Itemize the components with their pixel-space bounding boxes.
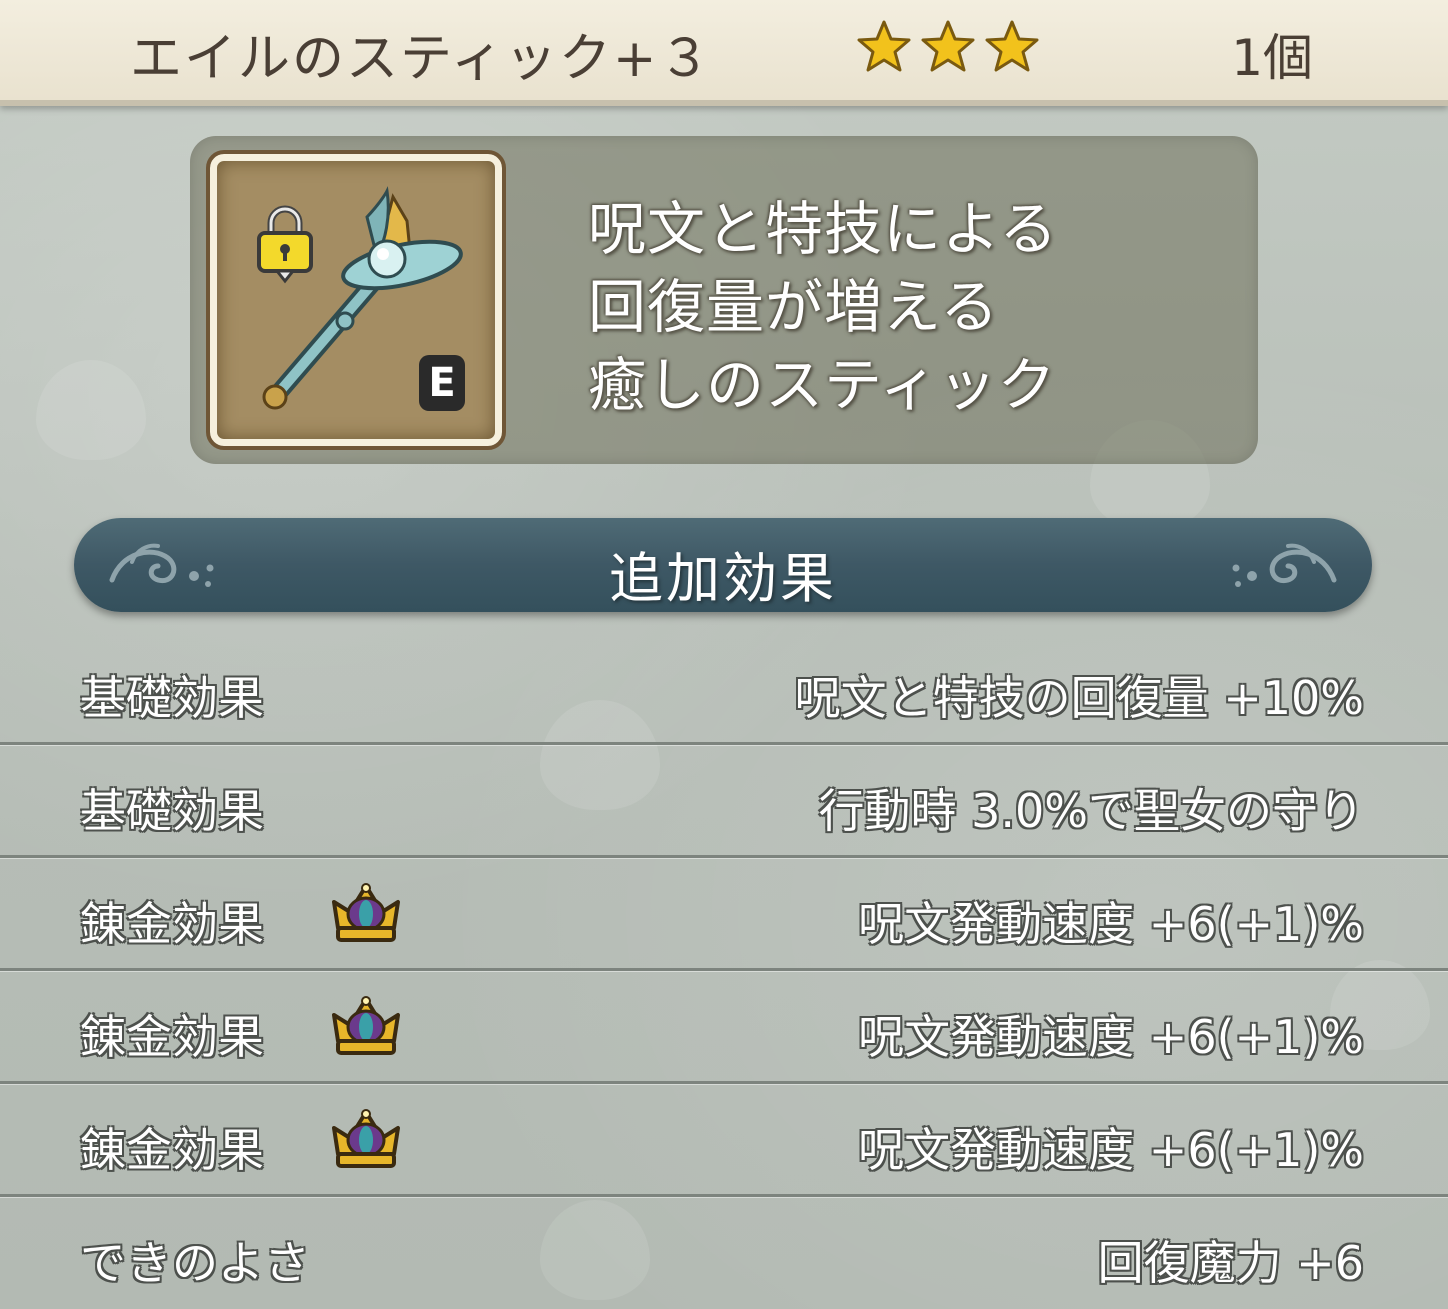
effect-label: 錬金効果 [80, 1123, 264, 1177]
description-line: 癒しのスティック [588, 351, 1057, 419]
effect-value: 呪文発動速度 +6(+1)% [858, 1010, 1364, 1064]
alchemy-crown-icon [332, 996, 400, 1055]
grade-badge: E [419, 355, 465, 411]
item-detail-screen: エイルのスティック+３ 1個 E 呪文と特技による 回復量が増える 癒しのスティ… [0, 0, 1448, 1309]
effect-list: 基礎効果 呪文と特技の回復量 +10% 基礎効果 行動時 3.0%で聖女の守り … [0, 632, 1448, 1309]
star-icon [857, 20, 911, 72]
lock-icon [257, 205, 313, 284]
star-icon [921, 20, 975, 72]
effect-value: 呪文発動速度 +6(+1)% [858, 1123, 1364, 1177]
effect-label: 錬金効果 [80, 897, 264, 951]
item-description: 呪文と特技による 回復量が増える 癒しのスティック [588, 190, 1058, 424]
section-banner: 追加効果 [74, 518, 1372, 612]
alchemy-crown-icon [332, 883, 400, 942]
effect-label: 基礎効果 [80, 784, 264, 838]
effect-label: 基礎効果 [80, 671, 264, 725]
effect-row: できのよさ 回復魔力 +6 [0, 1197, 1448, 1309]
section-title: 追加効果 [609, 547, 837, 610]
item-icon-frame[interactable]: E [206, 150, 506, 450]
item-quantity: 1個 [1231, 29, 1313, 87]
flourish-ornament-icon [1232, 543, 1337, 587]
effect-row: 基礎効果 行動時 3.0%で聖女の守り [0, 745, 1448, 858]
effect-row: 錬金効果 呪文発動速度 +6(+1)% [0, 1084, 1448, 1197]
effect-label: できのよさ [80, 1236, 310, 1290]
item-header: エイルのスティック+３ 1個 [0, 0, 1448, 106]
effect-row: 基礎効果 呪文と特技の回復量 +10% [0, 632, 1448, 745]
effect-value: 回復魔力 +6 [1097, 1236, 1364, 1290]
effect-value: 呪文発動速度 +6(+1)% [858, 897, 1364, 951]
effect-label: 錬金効果 [80, 1010, 264, 1064]
effect-value: 行動時 3.0%で聖女の守り [818, 784, 1365, 838]
alchemy-crown-icon [332, 1109, 400, 1168]
description-line: 回復量が増える [588, 273, 1000, 341]
rarity-stars [855, 18, 1041, 76]
effect-row: 錬金効果 呪文発動速度 +6(+1)% [0, 971, 1448, 1084]
item-name: エイルのスティック+３ [130, 29, 713, 89]
background-slime-decoration [36, 360, 146, 460]
description-line: 呪文と特技による [588, 195, 1059, 263]
effect-value: 呪文と特技の回復量 +10% [794, 671, 1364, 725]
star-icon [985, 20, 1039, 72]
effect-row: 錬金効果 呪文発動速度 +6(+1)% [0, 858, 1448, 971]
